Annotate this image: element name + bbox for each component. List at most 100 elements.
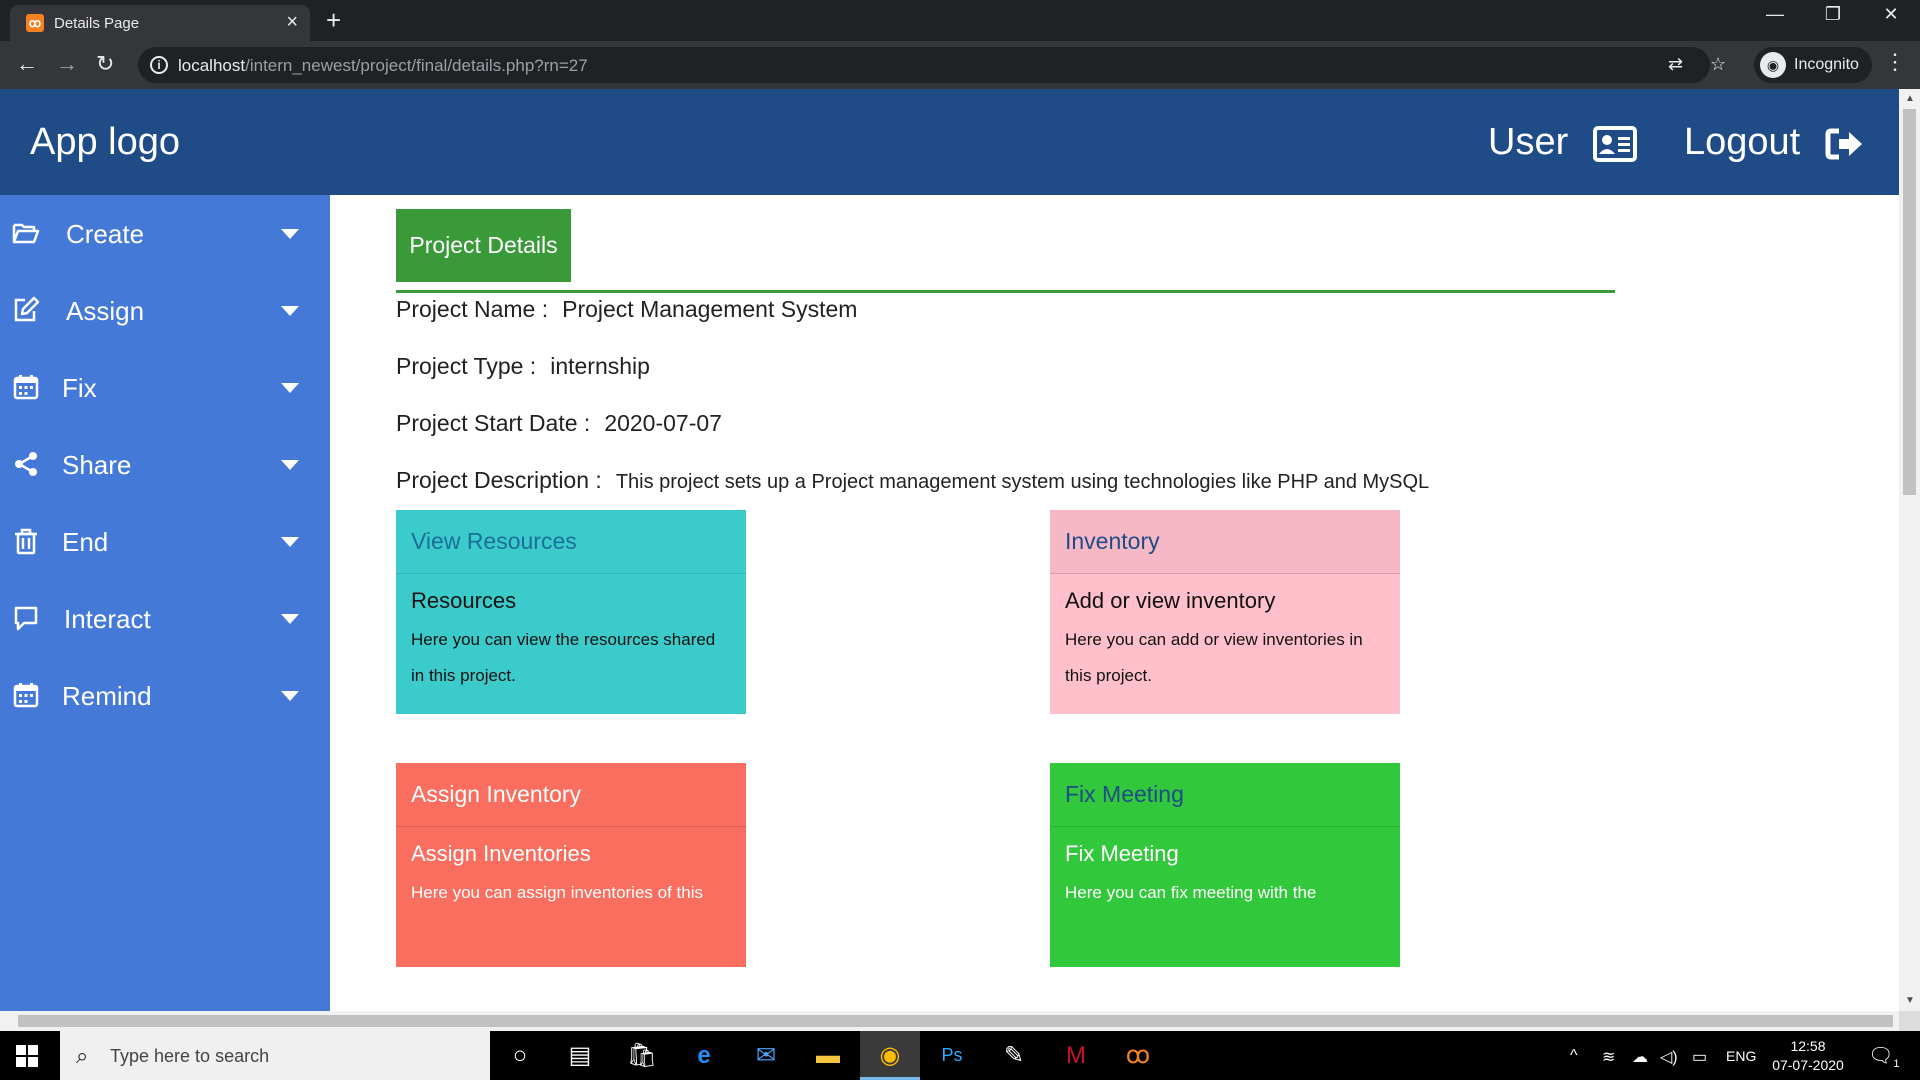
project-start-date-row: Project Start Date : 2020-07-07: [396, 410, 722, 437]
translate-icon[interactable]: ⇄: [1668, 54, 1683, 75]
volume-icon[interactable]: ◁): [1660, 1047, 1678, 1067]
card-header[interactable]: Fix Meeting: [1050, 763, 1400, 827]
project-description-label: Project Description :: [396, 467, 602, 493]
sidebar-item-share[interactable]: Share: [0, 426, 330, 503]
address-bar[interactable]: i localhost/intern_newest/project/final/…: [138, 47, 1726, 83]
scrollbar-thumb[interactable]: [18, 1015, 1893, 1027]
card-assign-inventory[interactable]: Assign Inventory Assign Inventories Here…: [396, 763, 746, 967]
sidebar-item-label: Fix: [62, 373, 97, 403]
minimize-icon[interactable]: —: [1746, 4, 1804, 25]
main-content: Project Details Project Name : Project Ma…: [330, 195, 1899, 1011]
clock[interactable]: 12:58 07-07-2020: [1768, 1037, 1848, 1075]
project-type-label: Project Type :: [396, 353, 537, 379]
caret-down-icon: [281, 614, 299, 624]
photoshop-icon[interactable]: Ps: [922, 1031, 982, 1080]
sidebar-item-label: Share: [62, 450, 132, 480]
store-icon[interactable]: 🛍: [612, 1031, 672, 1080]
cortana-icon[interactable]: ○: [490, 1031, 550, 1080]
logout-link[interactable]: Logout: [1684, 121, 1865, 164]
scroll-corner: [1899, 1011, 1920, 1031]
incognito-label: Incognito: [1794, 56, 1859, 73]
project-name-value: Project Management System: [562, 296, 858, 322]
chrome-icon[interactable]: ◉: [860, 1031, 920, 1080]
project-type-value: internship: [550, 353, 650, 379]
restore-icon[interactable]: ❐: [1804, 4, 1862, 25]
user-link[interactable]: User: [1488, 121, 1637, 164]
project-name-row: Project Name : Project Management System: [396, 296, 857, 323]
battery-icon[interactable]: ▭: [1692, 1047, 1707, 1067]
incognito-badge[interactable]: ◉ Incognito: [1754, 47, 1872, 83]
user-label: User: [1488, 121, 1569, 163]
window-close-icon[interactable]: ✕: [1862, 4, 1920, 25]
mail-icon[interactable]: ✉: [736, 1031, 796, 1080]
new-tab-icon[interactable]: +: [326, 5, 341, 36]
vertical-scrollbar[interactable]: ▲ ▼: [1899, 89, 1920, 1011]
card-inventory[interactable]: Inventory Add or view inventory Here you…: [1050, 510, 1400, 714]
app-logo[interactable]: App logo: [30, 121, 180, 164]
card-body: Resources Here you can view the resource…: [396, 574, 746, 694]
sidebar-item-end[interactable]: End: [0, 503, 330, 580]
sidebar-item-remind[interactable]: Remind: [0, 657, 330, 734]
caret-down-icon: [281, 460, 299, 470]
trash-icon: [15, 528, 37, 555]
project-description-value: This project sets up a Project managemen…: [615, 471, 1430, 493]
sidebar-item-create[interactable]: Create: [0, 195, 330, 272]
wifi-icon[interactable]: ≋: [1602, 1047, 1615, 1067]
card-title: Add or view inventory: [1065, 588, 1276, 613]
browser-tab-bar: ꝏ Details Page × + — ❐ ✕: [0, 0, 1920, 41]
card-title: Fix Meeting: [1065, 841, 1179, 866]
windows-taskbar: ⌕ Type here to search ○ ▤ 🛍 e ✉ ▬ ◉ Ps ✎…: [0, 1031, 1920, 1080]
url-text[interactable]: localhost/intern_newest/project/final/de…: [178, 56, 588, 76]
windows-start-icon[interactable]: [16, 1045, 38, 1067]
reload-icon[interactable]: ↻: [96, 51, 114, 77]
browser-toolbar: ← → ↻ i localhost/intern_newest/project/…: [0, 41, 1920, 89]
project-type-row: Project Type : internship: [396, 353, 650, 380]
bookmark-star-icon[interactable]: ☆: [1710, 54, 1726, 75]
search-placeholder: Type here to search: [110, 1046, 270, 1066]
forward-icon[interactable]: →: [56, 51, 78, 77]
tab-title: Details Page: [54, 15, 140, 32]
back-icon[interactable]: ←: [16, 51, 38, 77]
page-viewport: App logo User Logout Create Assign Fix S…: [0, 89, 1899, 1011]
language-indicator[interactable]: ENG: [1726, 1048, 1756, 1064]
taskbar-search[interactable]: ⌕ Type here to search: [60, 1031, 490, 1080]
tray-expand-icon[interactable]: ^: [1570, 1047, 1578, 1065]
card-fix-meeting[interactable]: Fix Meeting Fix Meeting Here you can fix…: [1050, 763, 1400, 967]
xampp-icon[interactable]: ꝏ: [1108, 1031, 1168, 1080]
horizontal-scrollbar[interactable]: [0, 1011, 1899, 1031]
edge-icon[interactable]: e: [674, 1031, 734, 1080]
notifications-icon[interactable]: 🗨1: [1868, 1043, 1900, 1070]
card-view-resources[interactable]: View Resources Resources Here you can vi…: [396, 510, 746, 714]
tab-close-icon[interactable]: ×: [286, 11, 298, 34]
sidebar-item-assign[interactable]: Assign: [0, 272, 330, 349]
sidebar-item-label: Interact: [64, 604, 151, 634]
clock-date: 07-07-2020: [1772, 1057, 1844, 1073]
sidebar-item-interact[interactable]: Interact: [0, 580, 330, 657]
task-view-icon[interactable]: ▤: [550, 1031, 610, 1080]
card-header[interactable]: Assign Inventory: [396, 763, 746, 827]
onedrive-icon[interactable]: ☁: [1632, 1047, 1648, 1067]
scroll-up-arrow-icon[interactable]: ▲: [1905, 93, 1915, 104]
menu-dots-icon[interactable]: ⋮: [1884, 49, 1906, 75]
scroll-down-arrow-icon[interactable]: ▼: [1905, 995, 1915, 1006]
card-text: Here you can view the resources shared i…: [411, 630, 716, 685]
paint-icon[interactable]: ✎: [984, 1031, 1044, 1080]
project-details-button[interactable]: Project Details: [396, 209, 571, 282]
sidebar: Create Assign Fix Share End Interact Rem…: [0, 195, 330, 1011]
card-text: Here you can assign inventories of this: [411, 883, 703, 902]
browser-tab[interactable]: ꝏ Details Page ×: [10, 5, 310, 41]
sidebar-item-label: Remind: [62, 681, 152, 711]
card-header[interactable]: Inventory: [1050, 510, 1400, 574]
id-card-icon: [1592, 125, 1637, 162]
sidebar-item-label: Create: [66, 219, 145, 249]
card-text: Here you can fix meeting with the: [1065, 883, 1317, 902]
calendar-icon: [13, 683, 39, 708]
sidebar-item-fix[interactable]: Fix: [0, 349, 330, 426]
calendar-icon: [13, 375, 39, 400]
site-info-icon[interactable]: i: [150, 56, 168, 74]
file-explorer-icon[interactable]: ▬: [798, 1031, 858, 1080]
scrollbar-thumb[interactable]: [1903, 109, 1916, 495]
project-start-date-label: Project Start Date :: [396, 410, 591, 436]
card-header[interactable]: View Resources: [396, 510, 746, 574]
mcafee-icon[interactable]: M: [1046, 1031, 1106, 1080]
